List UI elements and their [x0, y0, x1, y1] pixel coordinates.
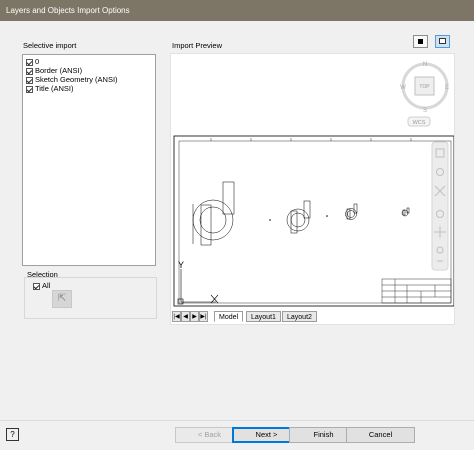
black-square-icon	[418, 39, 423, 44]
navigation-bar[interactable]	[431, 141, 449, 271]
checkbox[interactable]	[26, 67, 33, 75]
viewcube-top-label: TOP	[419, 84, 430, 90]
import-preview-label: Import Preview	[172, 41, 223, 50]
prev-tab-arrow-icon[interactable]: ◀	[181, 311, 190, 322]
help-icon: ?	[10, 430, 15, 439]
title-bar: Layers and Objects Import Options	[0, 0, 474, 21]
layer-item-title[interactable]: Title (ANSI)	[26, 84, 73, 93]
axis-y-label: Y	[178, 260, 184, 270]
next-tab-arrow-icon[interactable]: ▶	[190, 311, 199, 322]
compass-south: S	[423, 108, 427, 114]
import-preview-canvas[interactable]: TOP N S E W WCS Y	[170, 53, 455, 325]
logo-drawing-medium	[286, 200, 311, 234]
compass-east: E	[445, 85, 449, 91]
wcs-label: WCS	[413, 120, 426, 126]
first-tab-arrow-icon[interactable]: |◀	[172, 311, 181, 322]
tab-model[interactable]: Model	[214, 311, 244, 322]
select-objects-button[interactable]: ⇱	[52, 290, 72, 308]
white-square-icon	[439, 38, 446, 44]
footer-separator	[0, 420, 474, 421]
last-tab-arrow-icon[interactable]: ▶|	[199, 311, 208, 322]
layer-item-sketch-geometry[interactable]: Sketch Geometry (ANSI)	[26, 75, 118, 84]
logo-drawing-large	[192, 181, 235, 246]
compass-north: N	[423, 62, 427, 68]
checkbox[interactable]	[26, 76, 33, 84]
layer-item-0[interactable]: 0	[26, 57, 39, 66]
all-checkbox[interactable]	[33, 282, 40, 290]
logo-drawing-tiny	[401, 207, 410, 217]
checkbox[interactable]	[26, 85, 33, 93]
layer-item-border[interactable]: Border (ANSI)	[26, 66, 82, 75]
viewcube-icon[interactable]: TOP N S E W WCS	[400, 62, 449, 127]
title-block	[381, 278, 452, 304]
drawing-viewport: TOP N S E W WCS Y	[173, 62, 454, 307]
window-title: Layers and Objects Import Options	[6, 6, 130, 15]
all-checkbox-row[interactable]: All	[33, 281, 50, 290]
cursor-select-icon: ⇱	[57, 293, 67, 304]
selective-import-label: Selective import	[23, 41, 77, 50]
help-button[interactable]: ?	[6, 428, 19, 441]
dark-background-toggle[interactable]	[413, 35, 428, 48]
logo-drawing-small	[345, 203, 358, 220]
checkbox[interactable]	[26, 58, 33, 66]
tab-layout1[interactable]: Layout1	[246, 311, 281, 322]
tab-layout2[interactable]: Layout2	[282, 311, 317, 322]
light-background-toggle[interactable]	[435, 35, 450, 48]
compass-west: W	[400, 85, 406, 91]
ucs-icon	[177, 269, 219, 305]
cancel-button[interactable]: Cancel	[346, 427, 415, 443]
layer-tree[interactable]: 0 Border (ANSI) Sketch Geometry (ANSI) T…	[22, 54, 156, 266]
